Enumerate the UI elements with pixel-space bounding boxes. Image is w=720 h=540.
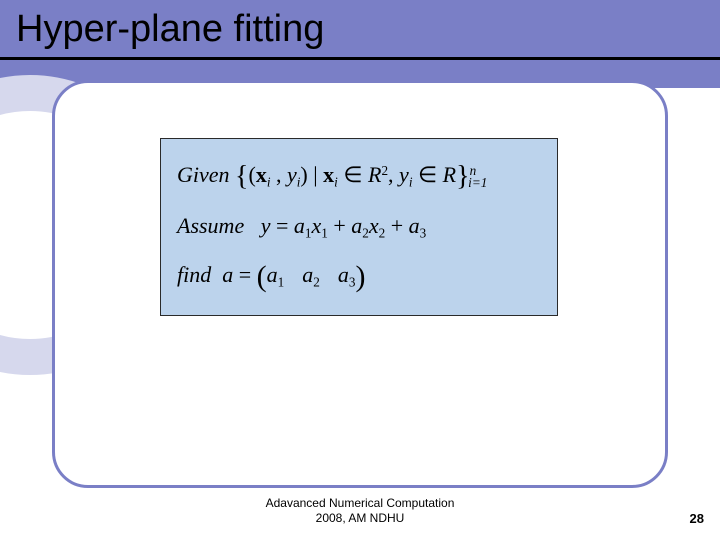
math-line-given: Given {(xi , yi) | xi ∈ R2, yi ∈ R}ni=1 bbox=[177, 153, 541, 201]
math-box: Given {(xi , yi) | xi ∈ R2, yi ∈ R}ni=1 … bbox=[160, 138, 558, 316]
assume-text: Assume bbox=[177, 213, 244, 238]
slide-title: Hyper-plane fitting bbox=[16, 8, 324, 51]
math-line-find: find a = (a1a2a3) bbox=[177, 251, 541, 302]
find-text: find bbox=[177, 262, 211, 287]
footer-line1: Adavanced Numerical Computation bbox=[0, 496, 720, 511]
footer: Adavanced Numerical Computation 2008, AM… bbox=[0, 496, 720, 526]
page-number: 28 bbox=[690, 511, 704, 526]
title-divider bbox=[0, 57, 720, 60]
footer-line2: 2008, AM NDHU bbox=[0, 511, 720, 526]
given-text: Given bbox=[177, 162, 230, 187]
math-line-assume: Assume y = a1x1 + a2x2 + a3 bbox=[177, 207, 541, 245]
